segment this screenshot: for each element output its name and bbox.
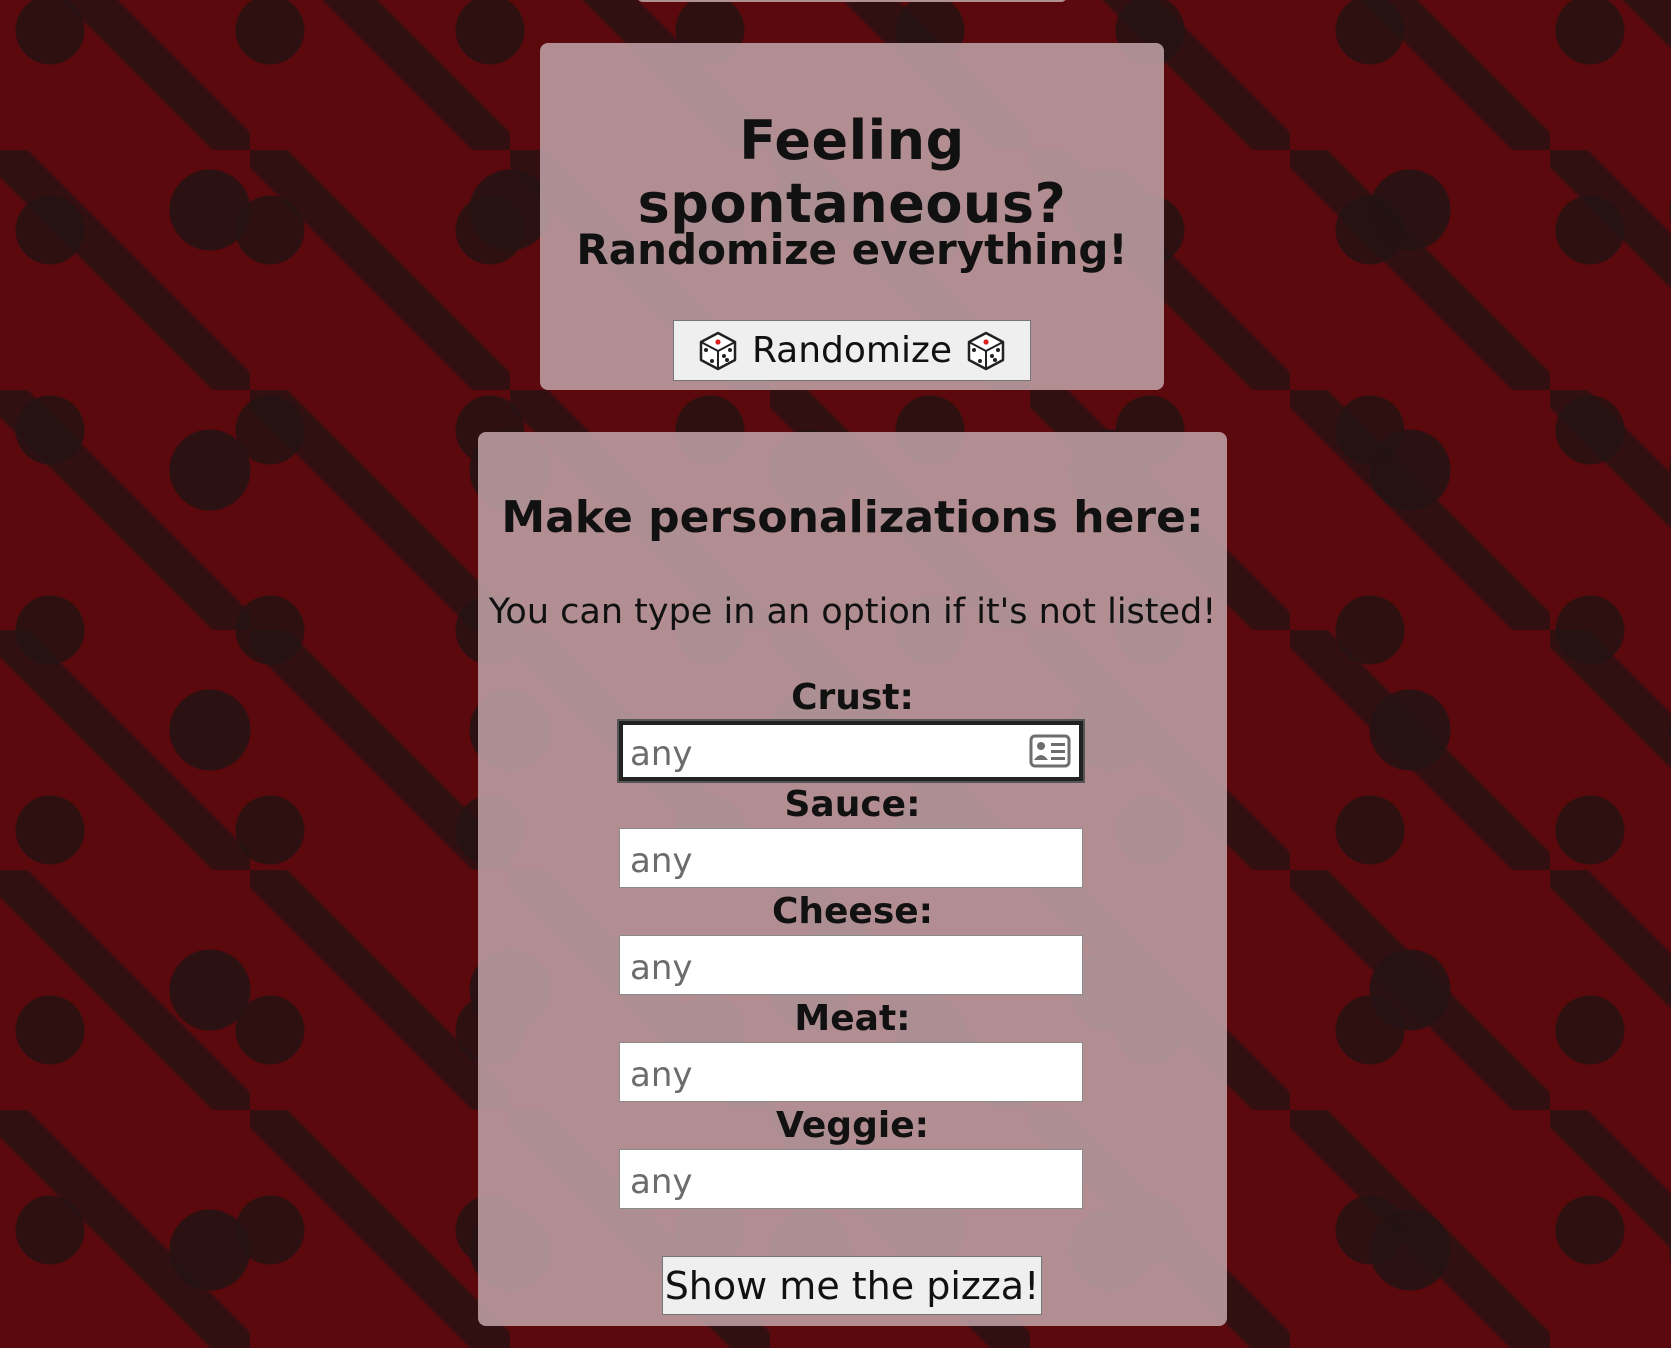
meat-label: Meat:	[794, 998, 911, 1039]
randomize-button[interactable]: Randomize	[673, 320, 1031, 381]
personalization-title: Make personalizations here:	[501, 492, 1204, 543]
cheese-input[interactable]	[619, 935, 1083, 995]
meat-input[interactable]	[619, 1042, 1083, 1102]
randomize-button-label: Randomize	[751, 330, 953, 371]
show-pizza-button[interactable]: Show me the pizza!	[662, 1256, 1042, 1315]
randomize-title: Feeling spontaneous?	[637, 109, 1067, 235]
cheese-label: Cheese:	[771, 891, 934, 932]
randomize-panel: Feeling spontaneous? Randomize everythin…	[540, 43, 1164, 390]
sauce-label: Sauce:	[784, 784, 921, 825]
personalization-panel: Make personalizations here: You can type…	[478, 432, 1227, 1326]
previous-panel-edge	[637, 0, 1067, 2]
veggie-label: Veggie:	[776, 1105, 929, 1146]
veggie-input[interactable]	[619, 1149, 1083, 1209]
personalization-note: You can type in an option if it's not li…	[488, 592, 1217, 632]
die-icon	[967, 331, 1005, 370]
randomize-subtitle: Randomize everything!	[576, 225, 1128, 274]
die-icon	[699, 331, 737, 370]
crust-label: Crust:	[791, 677, 914, 718]
sauce-input[interactable]	[619, 828, 1083, 888]
crust-input[interactable]	[619, 721, 1083, 781]
